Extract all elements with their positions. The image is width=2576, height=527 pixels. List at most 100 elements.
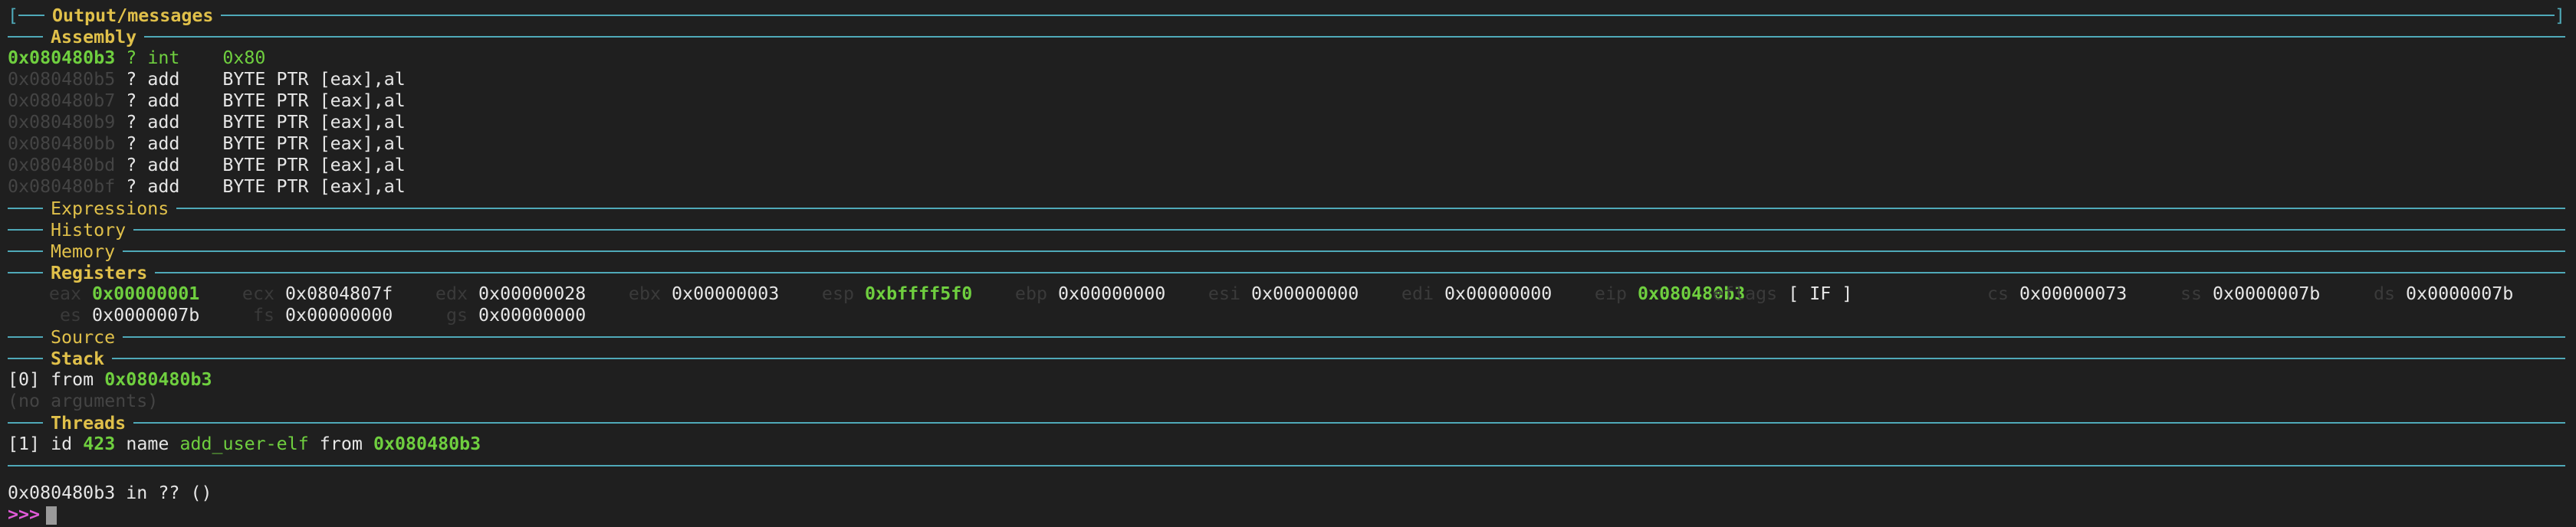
- section-title-expressions: Expressions: [51, 198, 169, 219]
- thread-entry: [1] id 423 name add_user-elf from 0x0804…: [8, 434, 481, 454]
- register-name: gs: [445, 305, 468, 326]
- register-fs: fs 0x00000000: [201, 305, 394, 326]
- asm-address: 0x080480bb: [8, 133, 116, 154]
- register-eip: eip 0x080480b3: [1553, 283, 1745, 305]
- register-value: [ IF ]: [1788, 283, 1853, 304]
- asm-opcode: add: [147, 176, 180, 197]
- section-title-history: History: [51, 219, 127, 241]
- asm-opcode: add: [147, 112, 180, 133]
- register-value: 0x00000000: [1058, 283, 1166, 304]
- register-name: fs: [252, 305, 274, 326]
- asm-marker: ?: [126, 47, 137, 68]
- prompt-symbol: >>>: [8, 504, 41, 525]
- asm-marker: ?: [126, 155, 137, 175]
- register-name: ebx: [628, 283, 661, 304]
- asm-opcode: int: [147, 47, 180, 68]
- register-name: esp: [821, 283, 854, 304]
- register-esp: esp 0xbffff5f0: [780, 283, 974, 305]
- register-ebx: ebx 0x00000003: [587, 283, 780, 305]
- register-value: 0x00000003: [672, 283, 780, 304]
- register-edx: edx 0x00000028: [394, 283, 587, 305]
- asm-marker: ?: [126, 133, 137, 154]
- section-memory-header: Memory: [8, 241, 2576, 262]
- register-name: esi: [1208, 283, 1240, 304]
- asm-operands: BYTE PTR [eax],al: [222, 176, 406, 197]
- register-eflags: eflags [ IF ]: [1713, 283, 1935, 305]
- register-value: 0x00000000: [1444, 283, 1552, 304]
- command-prompt-line[interactable]: >>>: [8, 504, 2576, 525]
- register-ds: ds 0x0000007b: [2321, 283, 2515, 305]
- register-name: ecx: [242, 283, 274, 304]
- registers-row-1: eax 0x00000001 ecx 0x0804807f edx 0x000000…: [8, 283, 2576, 305]
- section-assembly-header: Assembly: [8, 26, 2576, 47]
- asm-address: 0x080480b9: [8, 112, 116, 133]
- section-title-memory: Memory: [51, 241, 116, 262]
- asm-address: 0x080480b5: [8, 69, 116, 90]
- assembly-line: 0x080480b7 ? add BYTE PTR [eax],al: [8, 90, 2576, 112]
- section-history-header: History: [8, 219, 2576, 241]
- registers-row-2: es 0x0000007b fs 0x00000000 gs 0x00000000: [8, 305, 2576, 326]
- register-edi: edi 0x00000000: [1360, 283, 1553, 305]
- register-value: 0x00000000: [478, 305, 586, 326]
- asm-marker: ?: [126, 112, 137, 133]
- assembly-line: 0x080480b3 ? int 0x80: [8, 47, 2576, 69]
- asm-marker: ?: [126, 90, 137, 111]
- asm-opcode: add: [147, 155, 180, 175]
- assembly-line: 0x080480b9 ? add BYTE PTR [eax],al: [8, 112, 2576, 133]
- asm-address: 0x080480b7: [8, 90, 116, 111]
- register-name: ds: [2373, 283, 2395, 304]
- register-value: 0x0000007b: [2213, 283, 2321, 304]
- asm-operands: BYTE PTR [eax],al: [222, 112, 406, 133]
- gdb-terminal[interactable]: [ Output/messages ] Assembly 0x080480b3 …: [0, 0, 2576, 527]
- asm-operands: BYTE PTR [eax],al: [222, 155, 406, 175]
- section-end-rule: [8, 455, 2576, 476]
- register-value: 0xbffff5f0: [865, 283, 973, 304]
- section-title-threads: Threads: [51, 412, 127, 434]
- assembly-listing: 0x080480b3 ? int 0x80 0x080480b5 ? add BYTE…: [8, 47, 2576, 198]
- section-title-stack: Stack: [51, 348, 105, 369]
- register-value: 0x00000000: [285, 305, 393, 326]
- register-name: cs: [1986, 283, 2009, 304]
- asm-marker: ?: [126, 176, 137, 197]
- register-value: 0x00000028: [478, 283, 586, 304]
- register-name: eax: [48, 283, 81, 304]
- asm-operands: BYTE PTR [eax],al: [222, 69, 406, 90]
- section-expressions-header: Expressions: [8, 198, 2576, 219]
- section-title-output: Output/messages: [52, 5, 214, 26]
- register-ebp: ebp 0x00000000: [974, 283, 1167, 305]
- asm-marker: ?: [126, 69, 137, 90]
- section-output-header: [ Output/messages ]: [8, 5, 2565, 26]
- register-ecx: ecx 0x0804807f: [201, 283, 394, 305]
- register-gs: gs 0x00000000: [394, 305, 587, 326]
- asm-opcode: add: [147, 133, 180, 154]
- register-eax: eax 0x00000001: [8, 283, 201, 305]
- section-stack-header: Stack: [8, 348, 2576, 369]
- register-name: eip: [1594, 283, 1627, 304]
- register-value: 0x0000007b: [2406, 283, 2514, 304]
- assembly-line: 0x080480b5 ? add BYTE PTR [eax],al: [8, 69, 2576, 90]
- register-name: ss: [2180, 283, 2202, 304]
- register-name: edi: [1401, 283, 1434, 304]
- register-value: 0x0804807f: [285, 283, 393, 304]
- section-title-registers: Registers: [51, 262, 148, 283]
- assembly-line: 0x080480bb ? add BYTE PTR [eax],al: [8, 133, 2576, 155]
- asm-operands: BYTE PTR [eax],al: [222, 90, 406, 111]
- register-name: eflags: [1713, 283, 1778, 304]
- section-threads-header: Threads: [8, 412, 2576, 434]
- register-name: ebp: [1014, 283, 1047, 304]
- stack-no-arguments: (no arguments): [8, 391, 159, 411]
- register-value: 0x00000000: [1251, 283, 1359, 304]
- section-source-header: Source: [8, 326, 2576, 348]
- section-title-assembly: Assembly: [51, 26, 137, 47]
- asm-address: 0x080480bf: [8, 176, 116, 197]
- section-title-source: Source: [51, 326, 116, 348]
- register-value: 0x00000073: [2019, 283, 2128, 304]
- register-esi: esi 0x00000000: [1167, 283, 1360, 305]
- asm-operands: 0x80: [222, 47, 266, 68]
- assembly-line: 0x080480bd ? add BYTE PTR [eax],al: [8, 155, 2576, 176]
- text-cursor[interactable]: [46, 506, 58, 525]
- register-cs: cs 0x00000073: [1935, 283, 2128, 305]
- asm-opcode: add: [147, 90, 180, 111]
- asm-operands: BYTE PTR [eax],al: [222, 133, 406, 154]
- asm-address: 0x080480bd: [8, 155, 116, 175]
